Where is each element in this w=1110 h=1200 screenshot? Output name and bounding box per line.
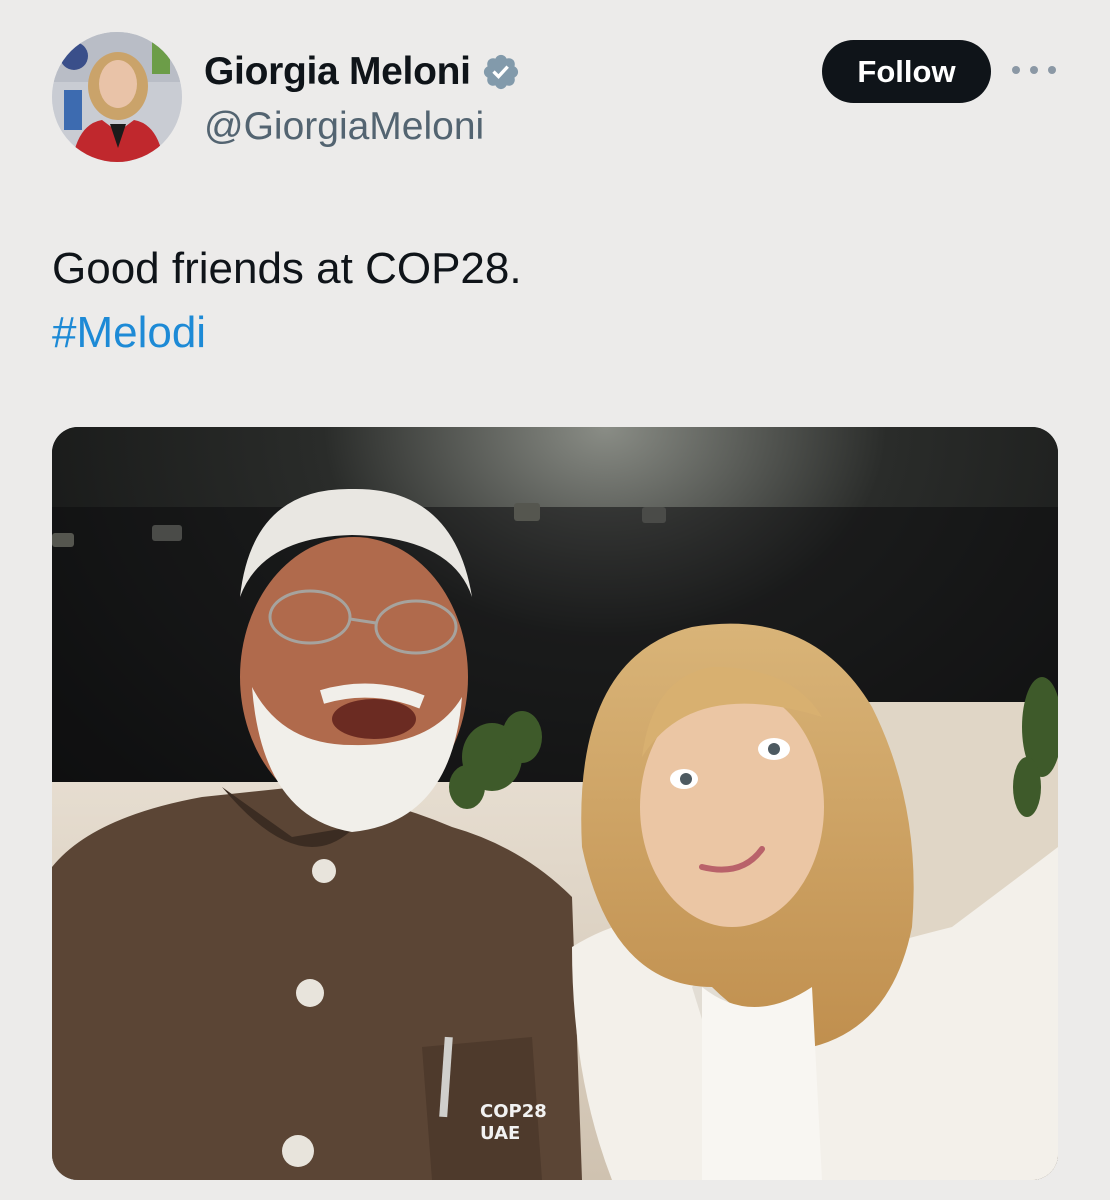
verified-badge-icon[interactable] bbox=[481, 52, 521, 92]
cop28-badge-line1: COP28 bbox=[480, 1101, 547, 1122]
tweet-text: Good friends at COP28. bbox=[52, 244, 522, 293]
avatar[interactable] bbox=[52, 32, 182, 162]
dot bbox=[1012, 66, 1020, 74]
follow-button[interactable]: Follow bbox=[822, 40, 991, 103]
display-name[interactable]: Giorgia Meloni bbox=[204, 44, 471, 100]
dot bbox=[1048, 66, 1056, 74]
cop28-badge-line2: UAE bbox=[480, 1123, 520, 1144]
photo-image: COP28 UAE bbox=[52, 427, 1058, 1180]
dot bbox=[1030, 66, 1038, 74]
more-horizontal-icon[interactable] bbox=[1012, 58, 1056, 82]
tweet-photo[interactable]: COP28 UAE bbox=[52, 427, 1058, 1180]
hashtag-link[interactable]: #Melodi bbox=[52, 302, 206, 364]
author-name-row: Giorgia Meloni bbox=[204, 44, 521, 100]
avatar-image bbox=[52, 32, 182, 162]
tweet-card: Giorgia Meloni @GiorgiaMeloni Follow Goo… bbox=[0, 0, 1110, 1200]
author-handle[interactable]: @GiorgiaMeloni bbox=[204, 100, 484, 154]
